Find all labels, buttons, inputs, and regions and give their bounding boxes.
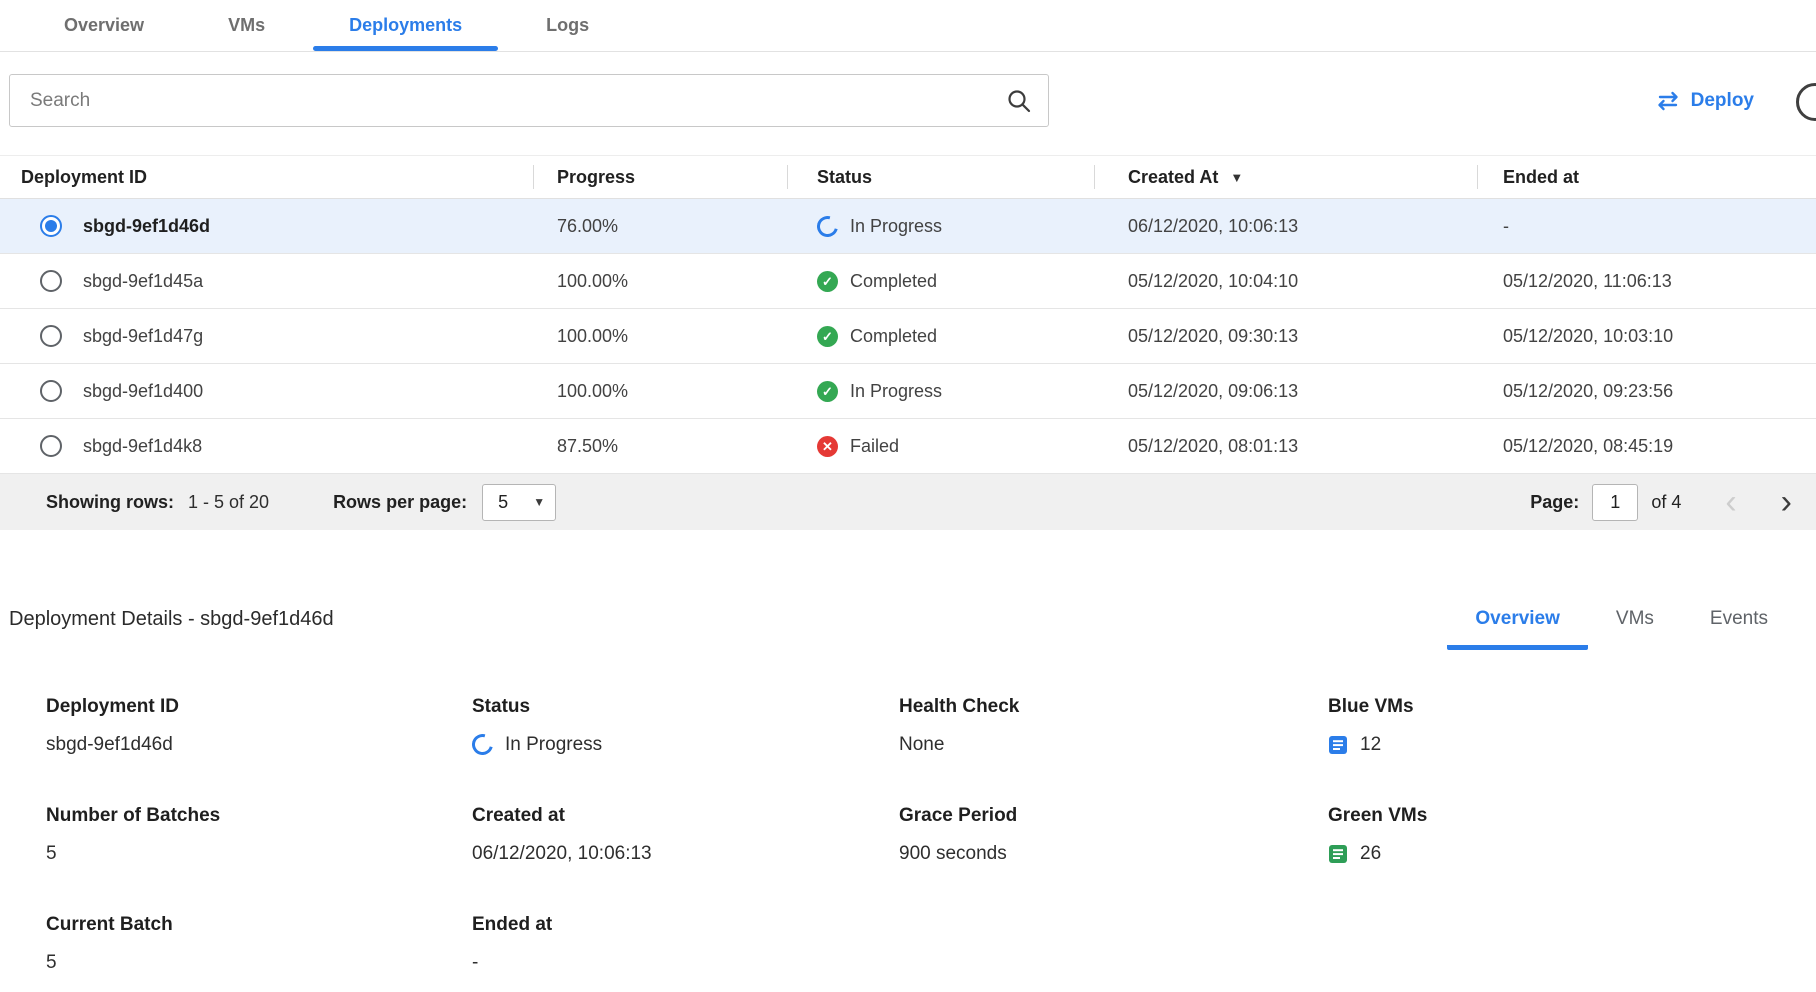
- field-current-batch: Current Batch 5: [46, 914, 472, 974]
- ended-at-value: 05/12/2020, 11:06:13: [1477, 271, 1816, 292]
- search-input[interactable]: [30, 90, 1006, 112]
- created-at-value: 05/12/2020, 08:01:13: [1094, 436, 1477, 457]
- details-title: Deployment Details - sbgd-9ef1d46d: [9, 608, 334, 650]
- tab-logs[interactable]: Logs: [504, 0, 631, 51]
- rows-per-page-select[interactable]: 5 ▼: [482, 484, 556, 521]
- spinner-icon: [813, 212, 842, 241]
- search-box: [9, 74, 1049, 127]
- status-label: In Progress: [850, 216, 942, 237]
- row-select-radio[interactable]: [40, 325, 62, 347]
- swap-arrows-icon: [1656, 91, 1680, 111]
- field-number-of-batches: Number of Batches 5: [46, 805, 472, 865]
- deploy-button[interactable]: Deploy: [1656, 74, 1754, 127]
- chevron-down-icon: ▼: [533, 495, 545, 509]
- page-number-input[interactable]: [1592, 484, 1638, 521]
- green-vm-icon: [1328, 844, 1348, 864]
- page-total: of 4: [1651, 492, 1681, 513]
- progress-value: 100.00%: [533, 271, 787, 292]
- check-circle-icon: ✓: [817, 271, 838, 292]
- blue-vm-icon: [1328, 735, 1348, 755]
- deployment-id: sbgd-9ef1d46d: [83, 216, 210, 237]
- showing-rows-value: 1 - 5 of 20: [188, 492, 269, 513]
- details-header: Deployment Details - sbgd-9ef1d46d Overv…: [0, 530, 1816, 650]
- column-header-created-at[interactable]: Created At ▼: [1094, 156, 1477, 198]
- spinner-icon: [468, 730, 497, 759]
- table-row[interactable]: sbgd-9ef1d47g 100.00% ✓ Completed 05/12/…: [0, 309, 1816, 364]
- main-tab-bar: Overview VMs Deployments Logs: [0, 0, 1816, 52]
- row-select-radio[interactable]: [40, 435, 62, 457]
- table-row[interactable]: sbgd-9ef1d46d 76.00% In Progress 06/12/2…: [0, 199, 1816, 254]
- progress-value: 100.00%: [533, 381, 787, 402]
- progress-value: 87.50%: [533, 436, 787, 457]
- ended-at-value: 05/12/2020, 10:03:10: [1477, 326, 1816, 347]
- details-grid: Deployment ID sbgd-9ef1d46d Status In Pr…: [0, 696, 1816, 992]
- field-grace-period: Grace Period 900 seconds: [899, 805, 1328, 865]
- column-header-progress[interactable]: Progress: [533, 156, 787, 198]
- created-at-value: 05/12/2020, 09:06:13: [1094, 381, 1477, 402]
- table-row[interactable]: sbgd-9ef1d4k8 87.50% ✕ Failed 05/12/2020…: [0, 419, 1816, 474]
- toolbar: Deploy: [0, 74, 1816, 127]
- tab-vms[interactable]: VMs: [186, 0, 307, 51]
- ended-at-value: 05/12/2020, 08:45:19: [1477, 436, 1816, 457]
- showing-rows-label: Showing rows:: [46, 492, 174, 513]
- page-label: Page:: [1530, 492, 1579, 513]
- deploy-label: Deploy: [1691, 90, 1754, 112]
- details-tab-overview[interactable]: Overview: [1447, 608, 1588, 650]
- field-ended-at: Ended at -: [472, 914, 899, 974]
- column-header-status[interactable]: Status: [787, 156, 1094, 198]
- rows-per-page-label: Rows per page:: [333, 492, 467, 513]
- field-health-check: Health Check None: [899, 696, 1328, 756]
- progress-value: 100.00%: [533, 326, 787, 347]
- deployment-id: sbgd-9ef1d45a: [83, 271, 203, 292]
- rows-per-page-value: 5: [498, 492, 508, 513]
- status-label: Completed: [850, 271, 937, 292]
- search-icon[interactable]: [1006, 88, 1032, 114]
- table-body: sbgd-9ef1d46d 76.00% In Progress 06/12/2…: [0, 199, 1816, 474]
- field-deployment-id: Deployment ID sbgd-9ef1d46d: [46, 696, 472, 756]
- field-blue-vms: Blue VMs 12: [1328, 696, 1816, 756]
- refresh-icon[interactable]: [1796, 83, 1816, 121]
- field-green-vms: Green VMs 26: [1328, 805, 1816, 865]
- deployment-id: sbgd-9ef1d400: [83, 381, 203, 402]
- ended-at-value: -: [1477, 216, 1816, 237]
- progress-value: 76.00%: [533, 216, 787, 237]
- table-row[interactable]: sbgd-9ef1d45a 100.00% ✓ Completed 05/12/…: [0, 254, 1816, 309]
- column-header-deployment-id[interactable]: Deployment ID: [0, 156, 533, 198]
- ended-at-value: 05/12/2020, 09:23:56: [1477, 381, 1816, 402]
- details-tab-bar: Overview VMs Events: [1447, 608, 1796, 650]
- pagination-bar: Showing rows: 1 - 5 of 20 Rows per page:…: [0, 474, 1816, 530]
- previous-page-icon[interactable]: ‹: [1725, 485, 1736, 519]
- created-at-value: 05/12/2020, 10:04:10: [1094, 271, 1477, 292]
- deployment-id: sbgd-9ef1d4k8: [83, 436, 202, 457]
- table-header: Deployment ID Progress Status Created At…: [0, 155, 1816, 199]
- details-tab-vms[interactable]: VMs: [1588, 608, 1682, 650]
- field-created-at: Created at 06/12/2020, 10:06:13: [472, 805, 899, 865]
- sort-desc-icon: ▼: [1230, 171, 1243, 184]
- row-select-radio[interactable]: [40, 215, 62, 237]
- created-at-value: 05/12/2020, 09:30:13: [1094, 326, 1477, 347]
- tab-overview[interactable]: Overview: [22, 0, 186, 51]
- check-circle-icon: ✓: [817, 381, 838, 402]
- check-circle-icon: ✓: [817, 326, 838, 347]
- table-row[interactable]: sbgd-9ef1d400 100.00% ✓ In Progress 05/1…: [0, 364, 1816, 419]
- row-select-radio[interactable]: [40, 270, 62, 292]
- field-status: Status In Progress: [472, 696, 899, 756]
- status-label: Completed: [850, 326, 937, 347]
- column-header-ended-at[interactable]: Ended at: [1477, 156, 1816, 198]
- tab-deployments[interactable]: Deployments: [307, 0, 504, 51]
- created-at-value: 06/12/2020, 10:06:13: [1094, 216, 1477, 237]
- status-label: Failed: [850, 436, 899, 457]
- next-page-icon[interactable]: ›: [1781, 485, 1792, 519]
- details-tab-events[interactable]: Events: [1682, 608, 1796, 650]
- row-select-radio[interactable]: [40, 380, 62, 402]
- status-label: In Progress: [850, 381, 942, 402]
- error-circle-icon: ✕: [817, 436, 838, 457]
- deployment-id: sbgd-9ef1d47g: [83, 326, 203, 347]
